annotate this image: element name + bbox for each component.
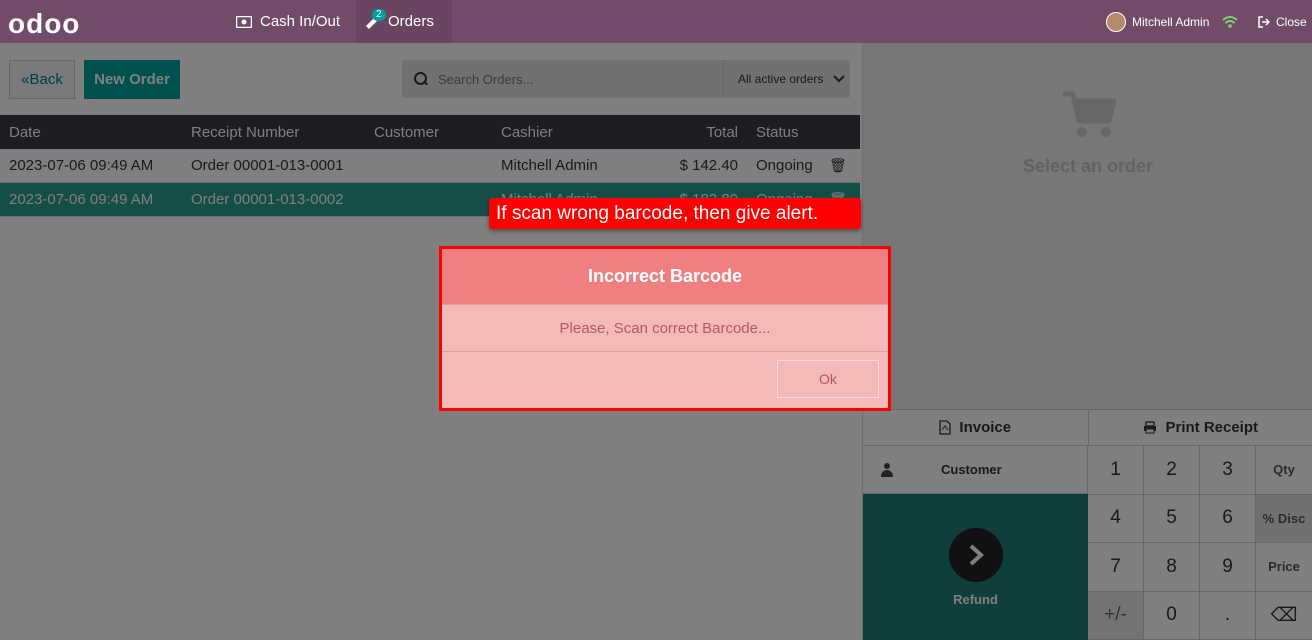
orders-button[interactable]: 2 Orders bbox=[356, 0, 452, 43]
wifi-icon bbox=[1222, 0, 1238, 43]
close-label: Close bbox=[1276, 14, 1307, 29]
avatar bbox=[1106, 11, 1126, 32]
cash-in-out-button[interactable]: Cash In/Out bbox=[236, 0, 340, 43]
annotation-callout: If scan wrong barcode, then give alert. bbox=[489, 198, 861, 229]
sign-out-icon bbox=[1258, 15, 1270, 28]
odoo-logo: odoo bbox=[8, 8, 81, 39]
money-icon bbox=[236, 15, 252, 28]
close-button[interactable]: Close bbox=[1258, 0, 1307, 43]
user-name: Mitchell Admin bbox=[1132, 14, 1210, 29]
cash-in-out-label: Cash In/Out bbox=[260, 13, 341, 30]
dialog-title: Incorrect Barcode bbox=[442, 249, 888, 305]
orders-label: Orders bbox=[388, 13, 434, 30]
dialog-message: Please, Scan correct Barcode... bbox=[442, 305, 888, 352]
ok-button[interactable]: Ok bbox=[777, 360, 879, 398]
dialog-highlight-frame: Incorrect Barcode Please, Scan correct B… bbox=[439, 246, 891, 411]
orders-count-badge: 2 bbox=[372, 9, 386, 21]
incorrect-barcode-dialog: Incorrect Barcode Please, Scan correct B… bbox=[442, 249, 888, 408]
dialog-footer: Ok bbox=[442, 352, 888, 408]
top-navbar: odoo Cash In/Out 2 Orders Mitchell Admin… bbox=[0, 0, 1312, 43]
user-menu[interactable]: Mitchell Admin bbox=[1106, 0, 1209, 43]
